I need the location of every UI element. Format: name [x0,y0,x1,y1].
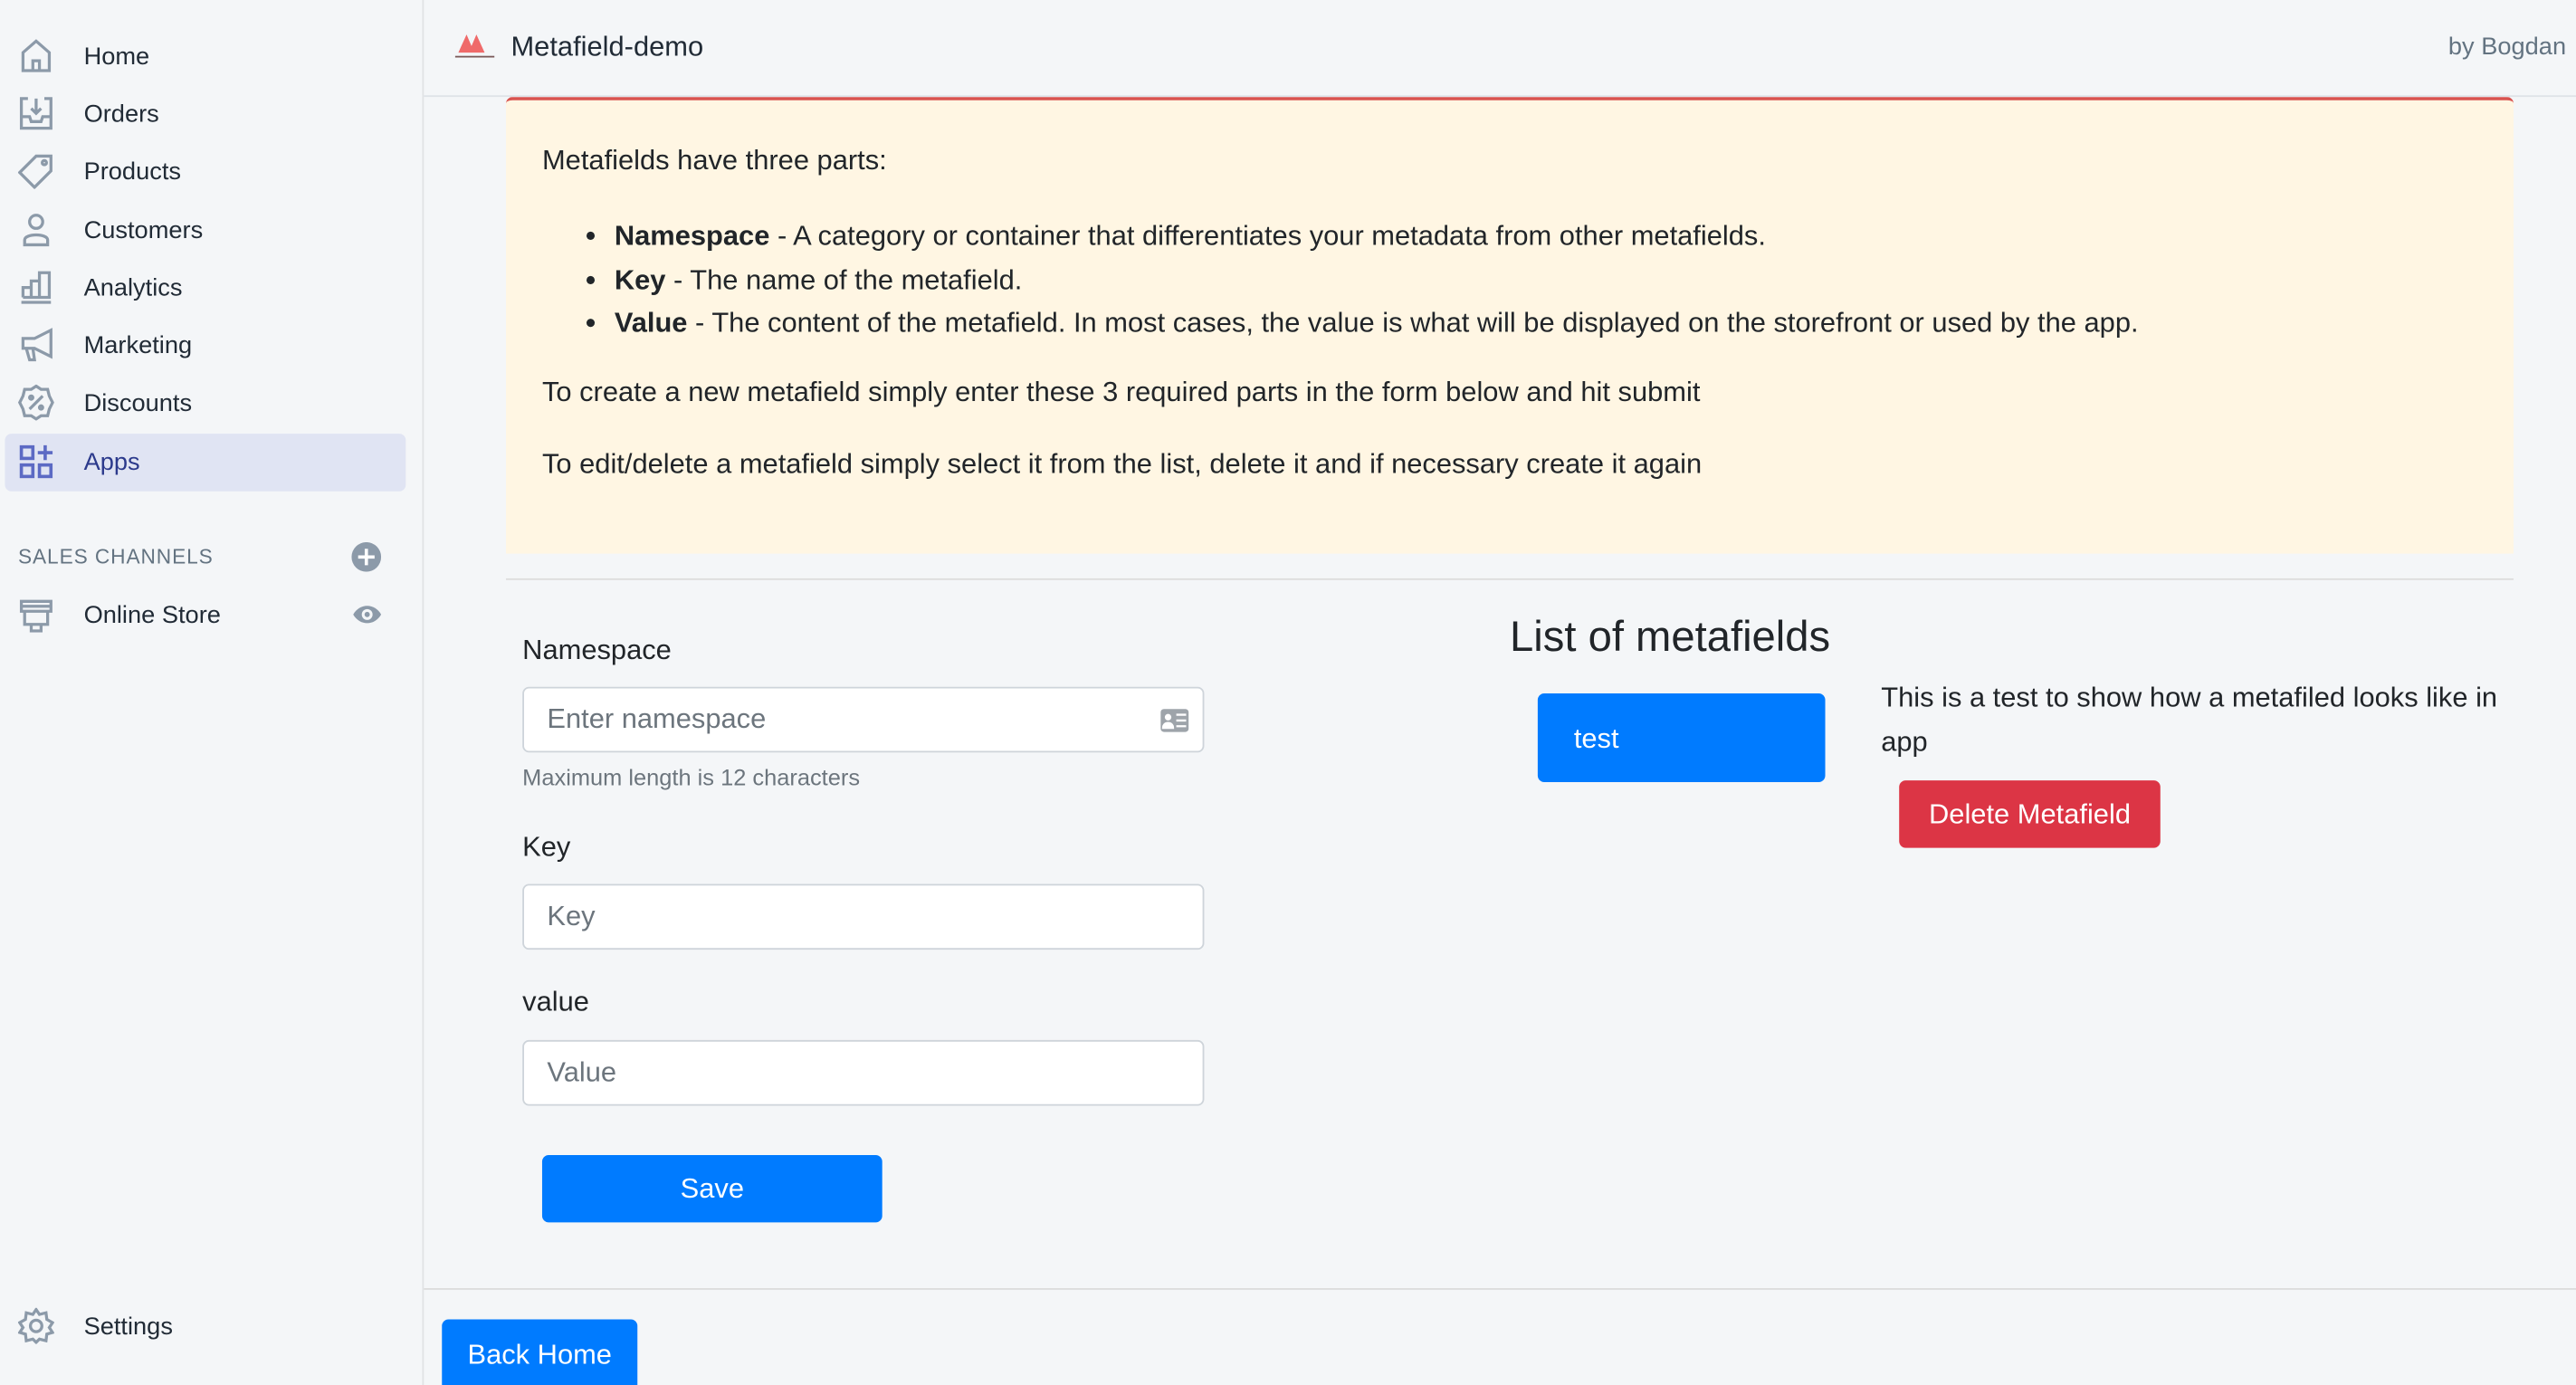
sidebar-item-orders[interactable]: Orders [5,85,405,143]
sidebar-item-label: Customers [83,216,204,245]
save-button[interactable]: Save [541,1154,883,1223]
home-icon [21,39,52,72]
app-logo [454,34,495,58]
part-term: Namespace [614,220,770,252]
metafield-parts-list: Namespace - A category or container that… [578,215,2139,346]
namespace-help-text: Maximum length is 12 characters [522,763,861,791]
metafield-item-button[interactable]: test [1537,692,1826,782]
sidebar-item-label: Orders [83,100,159,129]
person-icon [23,214,50,247]
megaphone-icon [21,328,52,362]
key-label: Key [522,831,571,863]
sidebar-item-analytics[interactable]: Analytics [5,260,405,318]
key-placeholder: Key [547,900,596,932]
orders-icon [19,97,52,130]
add-sales-channel-icon[interactable] [351,541,382,572]
list-item: Value - The content of the metafield. In… [615,302,2139,346]
sidebar-item-marketing[interactable]: Marketing [5,317,405,375]
sidebar-item-label: Apps [83,448,140,477]
value-placeholder: Value [547,1056,617,1088]
part-term: Key [614,263,666,295]
eye-icon[interactable] [351,601,382,627]
sidebar-item-discounts[interactable]: Discounts [5,375,405,433]
part-desc: - The content of the metafield. In most … [687,307,2139,339]
value-label: value [522,986,589,1017]
list-item: Key - The name of the metafield. [615,259,2139,302]
divider [424,1287,2576,1290]
notice-edit-text: To edit/delete a metafield simply select… [541,448,1703,480]
sidebar-item-apps[interactable]: Apps [5,434,406,492]
sidebar-item-home[interactable]: Home [5,28,405,86]
notice-intro: Metafields have three parts: [541,144,887,177]
app-title: Metafield-demo [510,31,704,62]
metafield-value-text: This is a test to show how a metafiled l… [1881,682,2498,758]
app-author: by Bogdan [2447,33,2567,62]
sidebar-item-label: Analytics [83,274,183,302]
sidebar-item-customers[interactable]: Customers [5,202,405,260]
sidebar-item-label: Home [83,43,150,72]
discount-icon [17,384,54,421]
namespace-input[interactable]: Enter namespace [522,686,1205,753]
notice-create-text: To create a new metafield simply enter t… [541,376,1701,408]
bar-chart-icon [21,271,52,304]
sidebar-item-label: Settings [83,1313,173,1342]
part-desc: - The name of the metafield. [665,263,1023,295]
part-term: Value [614,307,688,339]
part-desc: - A category or container that different… [769,220,1766,252]
key-input[interactable]: Key [522,884,1205,950]
info-notice: Metafields have three parts: Namespace -… [506,97,2514,554]
sidebar-item-online-store[interactable]: Online Store [5,587,333,645]
gear-icon [17,1307,54,1344]
sidebar-item-label: Discounts [83,389,193,418]
sidebar-item-label: Marketing [83,331,193,360]
tag-icon [17,154,52,189]
metafields-list-title: List of metafields [1510,611,1831,661]
delete-metafield-button[interactable]: Delete Metafield [1899,780,2161,848]
contact-card-icon [1160,709,1189,732]
divider [506,578,2514,580]
value-input[interactable]: Value [522,1039,1205,1106]
sidebar-item-label: Products [83,158,182,186]
app-header: Metafield-demo by Bogdan [424,0,2576,98]
store-icon [19,599,52,633]
sidebar-item-label: Online Store [83,601,221,630]
namespace-label: Namespace [522,634,672,666]
namespace-placeholder: Enter namespace [547,702,767,735]
sidebar-item-settings[interactable]: Settings [5,1298,405,1356]
back-home-button[interactable]: Back Home [442,1319,638,1385]
apps-icon [19,444,53,479]
sidebar-item-products[interactable]: Products [5,143,405,201]
sidebar: Home Orders Products Customers Analytics… [0,0,425,1385]
list-item: Namespace - A category or container that… [615,215,2139,259]
sales-channels-title: SALES CHANNELS [17,545,214,569]
